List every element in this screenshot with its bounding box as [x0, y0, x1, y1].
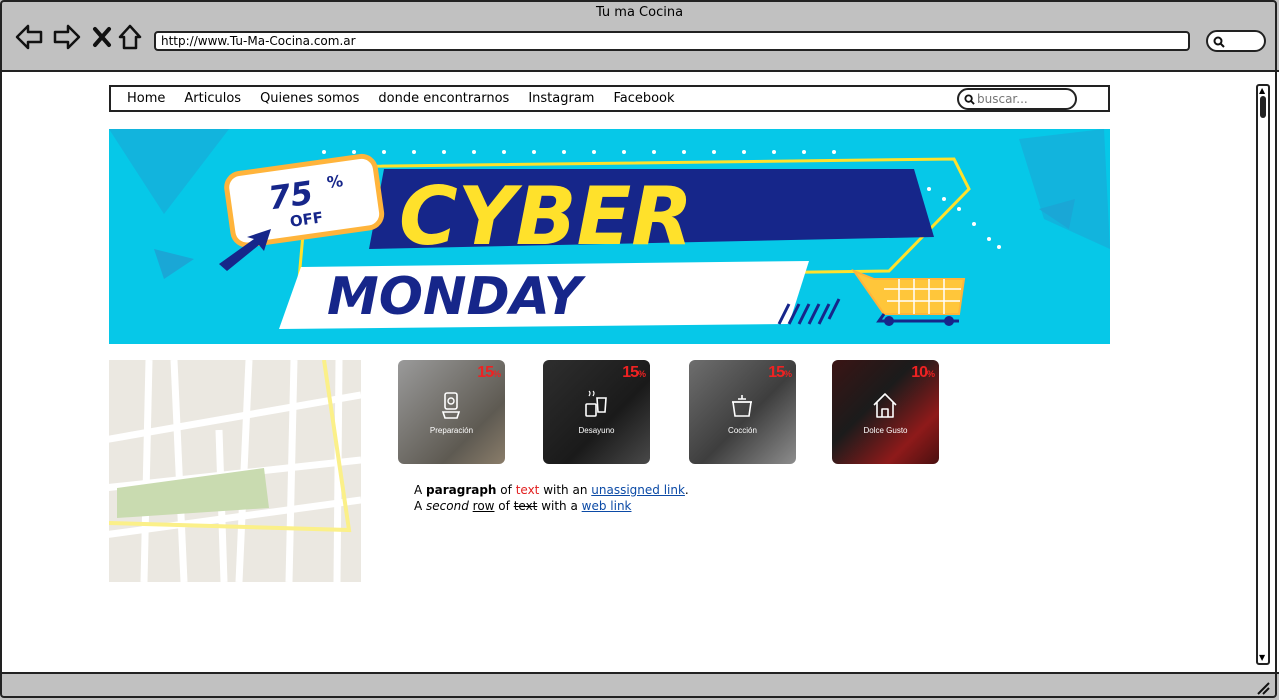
- browser-window-border: [0, 0, 1277, 698]
